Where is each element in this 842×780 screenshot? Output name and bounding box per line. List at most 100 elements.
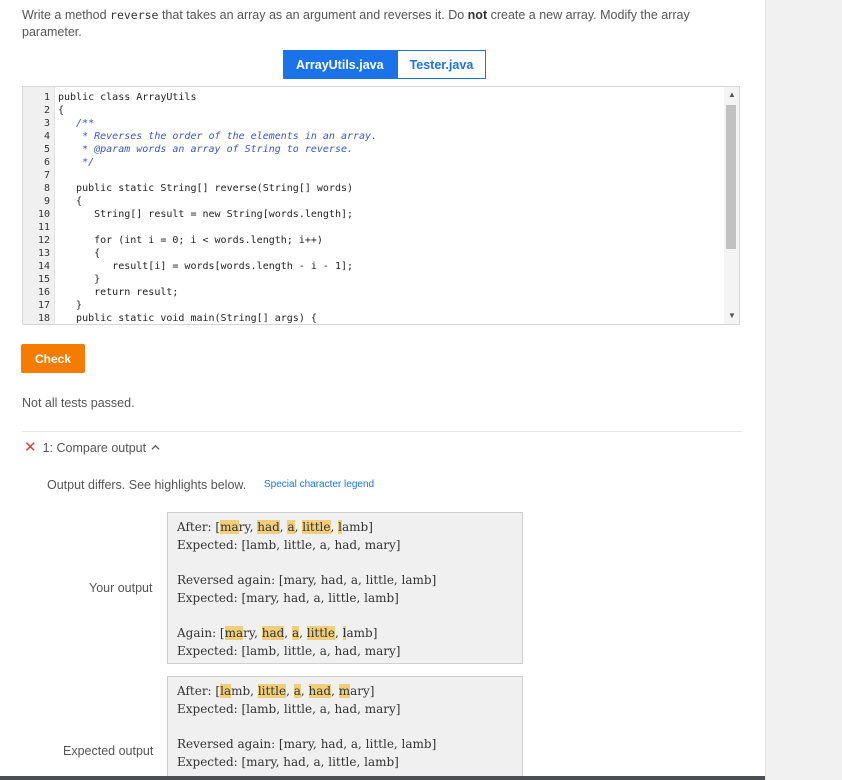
output-text: , xyxy=(335,626,343,640)
code-line[interactable]: 4 * Reverses the order of the elements i… xyxy=(23,130,723,143)
line-number: 12 xyxy=(37,235,50,246)
code-line[interactable]: 5 * @param words an array of String to r… xyxy=(23,143,723,156)
test-1-title: 1: Compare output xyxy=(42,440,147,455)
line-number: 11 xyxy=(37,222,50,233)
code-line[interactable]: 8 public static String[] reverse(String[… xyxy=(23,182,723,195)
code-line[interactable]: 3 /** xyxy=(23,117,723,130)
code-line[interactable]: 17 } xyxy=(23,299,723,312)
output-text: amb xyxy=(341,520,369,534)
output-line: After: [lamb, little, a, had, mary] xyxy=(177,682,513,700)
code-text: { xyxy=(58,105,65,116)
code-text: public class ArrayUtils xyxy=(58,92,197,103)
line-number: 18 xyxy=(37,313,50,324)
output-text: , xyxy=(250,684,258,698)
line-number: 9 xyxy=(43,196,50,207)
output-text: , xyxy=(284,626,292,640)
line-number: 13 xyxy=(37,248,50,259)
code-text: for (int i = 0; i < words.length; i++) xyxy=(58,235,323,246)
output-text: Reversed again: [mary, had, a, little, l… xyxy=(177,737,437,751)
code-text: result[i] = words[words.length - i - 1]; xyxy=(58,261,354,272)
output-text: Reversed again: [mary, had, a, little, l… xyxy=(177,573,437,587)
test-1-header[interactable]: ✕ 1: Compare output xyxy=(24,440,160,455)
check-button[interactable]: Check xyxy=(21,344,85,373)
output-text: , xyxy=(330,520,339,534)
tab-tester[interactable]: Tester.java xyxy=(396,50,487,79)
output-spacer xyxy=(177,554,513,571)
output-text: Expected: [lamb, little, a, had, mary] xyxy=(177,538,401,552)
code-line[interactable]: 15 } xyxy=(23,273,723,286)
code-line[interactable]: 7 xyxy=(23,169,723,182)
diff-highlight: la xyxy=(220,684,232,698)
special-character-legend-link[interactable]: Special character legend xyxy=(264,479,374,490)
code-text: } xyxy=(58,274,101,285)
diff-highlight: a xyxy=(293,684,301,698)
line-number: 3 xyxy=(43,118,50,129)
output-line: Expected: [mary, had, a, little, lamb] xyxy=(177,589,513,607)
code-text: return result; xyxy=(58,287,179,298)
output-text: mb xyxy=(231,684,251,698)
code-line[interactable]: 9 { xyxy=(23,195,723,208)
line-number: 2 xyxy=(43,105,50,116)
code-line[interactable]: 10 String[] result = new String[words.le… xyxy=(23,208,723,221)
line-number: 7 xyxy=(43,170,50,181)
diff-highlight: had xyxy=(261,626,285,640)
scroll-up-icon[interactable]: ▲ xyxy=(728,91,736,99)
output-text: ] xyxy=(372,626,378,640)
code-text: } xyxy=(58,300,83,311)
fail-x-icon: ✕ xyxy=(24,439,37,456)
prompt-text: Write a method xyxy=(22,8,111,22)
code-line[interactable]: 2{ xyxy=(23,104,723,117)
code-text: * Reverses the order of the elements in … xyxy=(58,131,378,142)
scroll-down-icon[interactable]: ▼ xyxy=(728,312,736,320)
code-line[interactable]: 14 result[i] = words[words.length - i - … xyxy=(23,260,723,273)
output-text: Expected: [lamb, little, a, had, mary] xyxy=(177,702,401,716)
test-status: Not all tests passed. xyxy=(22,396,135,410)
output-text: Again: [ xyxy=(177,626,225,640)
diff-highlight: had xyxy=(257,520,280,534)
code-line[interactable]: 16 return result; xyxy=(23,286,723,299)
output-text: ry xyxy=(238,520,250,534)
diff-highlight: ma xyxy=(220,520,239,534)
output-text: ] xyxy=(369,684,375,698)
output-text: After: [ xyxy=(177,684,221,698)
code-line[interactable]: 18 public static void main(String[] args… xyxy=(23,312,723,324)
code-text: { xyxy=(58,196,83,207)
output-spacer xyxy=(177,718,513,735)
bottom-bar xyxy=(0,776,765,780)
editor-scrollbar[interactable]: ▲ ▼ xyxy=(724,87,739,324)
output-text: amb xyxy=(346,626,373,640)
code-line[interactable]: 1 public class ArrayUtils xyxy=(23,91,723,104)
code-text: { xyxy=(58,248,101,259)
line-number: 15 xyxy=(37,274,50,285)
code-line[interactable]: 6 */ xyxy=(23,156,723,169)
diff-highlight: little xyxy=(302,520,331,534)
line-number: 8 xyxy=(43,183,50,194)
code-text: /** xyxy=(58,118,95,129)
output-text: ] xyxy=(368,520,373,534)
output-line: After: [mary, had, a, little, lamb] xyxy=(177,518,513,536)
code-line[interactable]: 11 xyxy=(23,221,723,234)
output-text: , xyxy=(300,684,309,698)
line-number: 17 xyxy=(37,300,50,311)
code-editor[interactable]: ▲ ▼ 1 public class ArrayUtils 2{3 /** 4 * R… xyxy=(22,86,740,325)
output-line: Expected: [lamb, little, a, had, mary] xyxy=(177,536,513,554)
output-text: ry xyxy=(243,626,255,640)
code-line[interactable]: 13 { xyxy=(23,247,723,260)
scroll-thumb[interactable] xyxy=(726,105,736,249)
code-text: String[] result = new String[words.lengt… xyxy=(58,209,354,220)
diff-highlight: had xyxy=(308,684,332,698)
diff-highlight: ma xyxy=(224,626,244,640)
tab-arrayutils[interactable]: ArrayUtils.java xyxy=(283,50,397,79)
diff-highlight: little xyxy=(306,626,335,640)
output-line: Expected: [lamb, little, a, had, mary] xyxy=(177,700,513,718)
code-text: public static void main(String[] args) { xyxy=(58,313,317,324)
output-line: Reversed again: [mary, had, a, little, l… xyxy=(177,735,513,753)
code-line[interactable]: 12 for (int i = 0; i < words.length; i++… xyxy=(23,234,723,247)
code-text: public static String[] reverse(String[] … xyxy=(58,183,354,194)
line-number: 5 xyxy=(43,144,50,155)
output-text: ary xyxy=(350,684,370,698)
diff-highlight: little xyxy=(257,684,287,698)
output-line: Expected: [lamb, little, a, had, mary] xyxy=(177,642,513,660)
prompt-code-reverse: reverse xyxy=(110,8,159,22)
line-number: 1 xyxy=(43,92,50,103)
